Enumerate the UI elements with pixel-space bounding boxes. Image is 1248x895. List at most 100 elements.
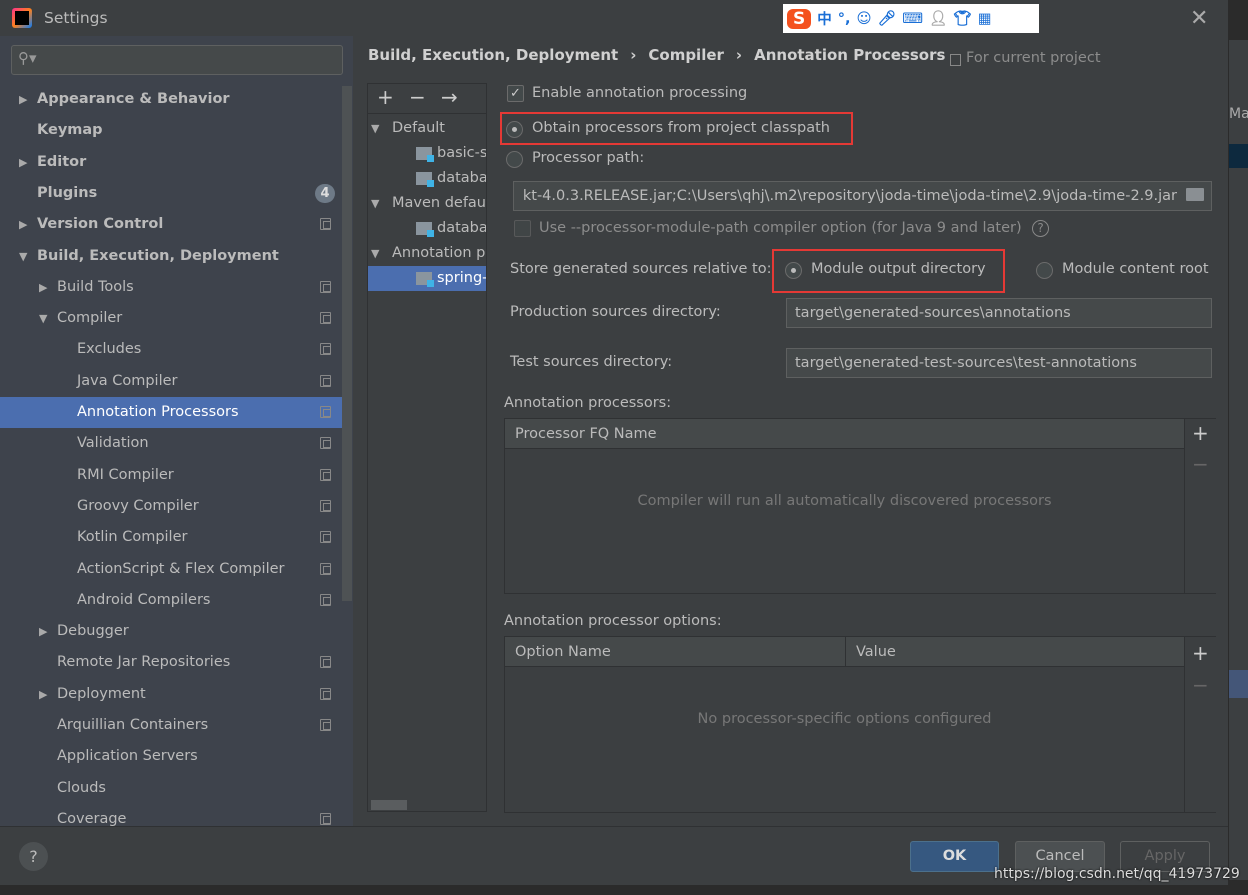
profile-group[interactable]: ▼ Maven defau bbox=[368, 191, 486, 216]
search-input[interactable]: ⚲▾ bbox=[11, 45, 343, 75]
sidebar-item[interactable]: ▶ Editor bbox=[0, 147, 342, 178]
test-sources-label: Test sources directory: bbox=[510, 354, 673, 370]
expanded-arrow-icon[interactable]: ▼ bbox=[371, 241, 379, 266]
move-to-profile-button[interactable]: → bbox=[441, 85, 458, 109]
annotation-processor-options-label: Annotation processor options: bbox=[504, 613, 722, 629]
folder-open-icon[interactable] bbox=[1186, 188, 1204, 201]
processor-module-path-checkbox[interactable] bbox=[514, 220, 531, 237]
sidebar-item[interactable]: Annotation Processors bbox=[0, 397, 342, 428]
sidebar-item[interactable]: ▶ Deployment bbox=[0, 679, 342, 710]
module-folder-icon bbox=[416, 222, 434, 237]
sidebar-item[interactable]: ActionScript & Flex Compiler bbox=[0, 554, 342, 585]
collapsed-arrow-icon[interactable]: ▶ bbox=[39, 272, 47, 303]
sidebar-item-label: Coverage bbox=[57, 810, 127, 826]
sidebar-item[interactable]: ▶ Build Tools bbox=[0, 272, 342, 303]
production-sources-input[interactable]: target\generated-sources\annotations bbox=[786, 298, 1212, 328]
test-sources-input[interactable]: target\generated-test-sources\test-annot… bbox=[786, 348, 1212, 378]
project-level-icon bbox=[320, 812, 331, 825]
sidebar-item-label: Groovy Compiler bbox=[77, 497, 199, 514]
add-profile-button[interactable]: + bbox=[377, 85, 394, 109]
sidebar-item-label: Build, Execution, Deployment bbox=[37, 247, 279, 264]
ok-button[interactable]: OK bbox=[910, 841, 999, 872]
profile-group[interactable]: ▼ Annotation p bbox=[368, 241, 486, 266]
sidebar-item-label: Compiler bbox=[57, 310, 123, 327]
emoji-icon: ☺ bbox=[856, 10, 872, 27]
remove-processor-button[interactable]: − bbox=[1192, 452, 1209, 476]
breadcrumb-item[interactable]: Compiler bbox=[648, 46, 724, 64]
remove-option-button[interactable]: − bbox=[1192, 673, 1209, 697]
sidebar-item[interactable]: Plugins 4 bbox=[0, 178, 342, 209]
tree-horizontal-scrollbar[interactable] bbox=[371, 800, 407, 810]
sidebar-item[interactable]: Remote Jar Repositories bbox=[0, 647, 342, 678]
processors-empty-text: Compiler will run all automatically disc… bbox=[637, 493, 1052, 509]
highlight-box bbox=[500, 112, 853, 145]
module-folder-icon bbox=[416, 272, 434, 287]
breadcrumb-item[interactable]: Build, Execution, Deployment bbox=[368, 46, 618, 64]
processor-fq-name-header[interactable]: Processor FQ Name bbox=[505, 419, 1184, 449]
collapsed-arrow-icon[interactable]: ▶ bbox=[19, 147, 27, 178]
add-processor-button[interactable]: + bbox=[1192, 421, 1209, 445]
expanded-arrow-icon[interactable]: ▼ bbox=[39, 303, 47, 334]
annotation-processors-label: Annotation processors: bbox=[504, 395, 672, 411]
options-empty-text: No processor-specific options configured bbox=[697, 711, 992, 727]
sidebar-item[interactable]: Clouds bbox=[0, 773, 342, 804]
sidebar-item[interactable]: Excludes bbox=[0, 334, 342, 365]
sidebar-item[interactable]: ▶ Debugger bbox=[0, 616, 342, 647]
value-header[interactable]: Value bbox=[846, 637, 1184, 667]
profile-module[interactable]: databa bbox=[368, 216, 487, 241]
help-button[interactable]: ? bbox=[19, 842, 48, 871]
chinese-mode-icon: 中 bbox=[817, 12, 832, 28]
profile-module[interactable]: basic-s bbox=[368, 141, 486, 166]
breadcrumb-item: Annotation Processors bbox=[754, 46, 946, 64]
profile-group[interactable]: ▼ Default bbox=[368, 116, 486, 141]
sidebar-item[interactable]: ▶ Appearance & Behavior bbox=[0, 84, 342, 115]
project-level-icon bbox=[320, 719, 331, 731]
help-icon[interactable]: ? bbox=[1032, 220, 1049, 237]
sidebar-item[interactable]: Android Compilers bbox=[0, 585, 342, 616]
module-folder-icon bbox=[416, 147, 434, 162]
processor-module-path-label: Use --processor-module-path compiler opt… bbox=[539, 220, 1022, 236]
processor-path-input[interactable]: kt-4.0.3.RELEASE.jar;C:\Users\qhj\.m2\re… bbox=[513, 181, 1212, 211]
expanded-arrow-icon[interactable]: ▼ bbox=[19, 241, 27, 272]
close-icon[interactable]: ✕ bbox=[1190, 6, 1208, 31]
sidebar-item[interactable]: RMI Compiler bbox=[0, 460, 342, 491]
sidebar-item-label: Keymap bbox=[37, 122, 103, 139]
sidebar-scrollbar[interactable] bbox=[342, 86, 352, 601]
collapsed-arrow-icon[interactable]: ▶ bbox=[19, 209, 27, 240]
sidebar-item[interactable]: Java Compiler bbox=[0, 366, 342, 397]
remove-profile-button[interactable]: − bbox=[409, 85, 426, 109]
sidebar-item-label: RMI Compiler bbox=[77, 466, 174, 483]
sidebar-item-label: Debugger bbox=[57, 623, 129, 640]
sidebar-item[interactable]: Keymap bbox=[0, 115, 342, 146]
title-bar: Settings S 中 °, ☺ 🎤︎ ⌨ 👤︎ 👕︎ ▦ ✕ bbox=[0, 0, 1228, 36]
enable-annotation-processing-checkbox[interactable]: ✓ bbox=[507, 85, 524, 102]
profile-module[interactable]: spring- bbox=[368, 266, 486, 291]
sidebar-item-label: Appearance & Behavior bbox=[37, 91, 230, 107]
sidebar-item-label: Java Compiler bbox=[77, 372, 178, 389]
option-name-header[interactable]: Option Name bbox=[505, 637, 846, 667]
sidebar-item[interactable]: Application Servers bbox=[0, 741, 342, 772]
module-content-root-radio[interactable] bbox=[1036, 262, 1053, 279]
sidebar-item[interactable]: Groovy Compiler bbox=[0, 491, 342, 522]
sidebar-item[interactable]: Coverage bbox=[0, 804, 342, 826]
processor-path-radio[interactable] bbox=[506, 151, 523, 168]
collapsed-arrow-icon[interactable]: ▶ bbox=[19, 84, 27, 115]
sidebar-item[interactable]: ▼ Compiler bbox=[0, 303, 342, 334]
expanded-arrow-icon[interactable]: ▼ bbox=[371, 191, 379, 216]
profile-label: Annotation p bbox=[392, 245, 486, 261]
sidebar-item[interactable]: Kotlin Compiler bbox=[0, 522, 342, 553]
collapsed-arrow-icon[interactable]: ▶ bbox=[39, 679, 47, 710]
sidebar-item[interactable]: Validation bbox=[0, 428, 342, 459]
expanded-arrow-icon[interactable]: ▼ bbox=[371, 116, 379, 141]
highlight-box bbox=[772, 249, 1005, 293]
store-generated-label: Store generated sources relative to: bbox=[510, 261, 772, 277]
sidebar-item-label: Excludes bbox=[77, 341, 142, 358]
profile-label: databa bbox=[437, 220, 487, 236]
sidebar-item[interactable]: ▼ Build, Execution, Deployment bbox=[0, 241, 342, 272]
add-option-button[interactable]: + bbox=[1192, 641, 1209, 665]
collapsed-arrow-icon[interactable]: ▶ bbox=[39, 616, 47, 647]
profile-module[interactable]: databa bbox=[368, 166, 486, 191]
sidebar-item[interactable]: ▶ Version Control bbox=[0, 209, 342, 240]
project-level-icon bbox=[320, 499, 331, 512]
sidebar-item[interactable]: Arquillian Containers bbox=[0, 710, 342, 741]
